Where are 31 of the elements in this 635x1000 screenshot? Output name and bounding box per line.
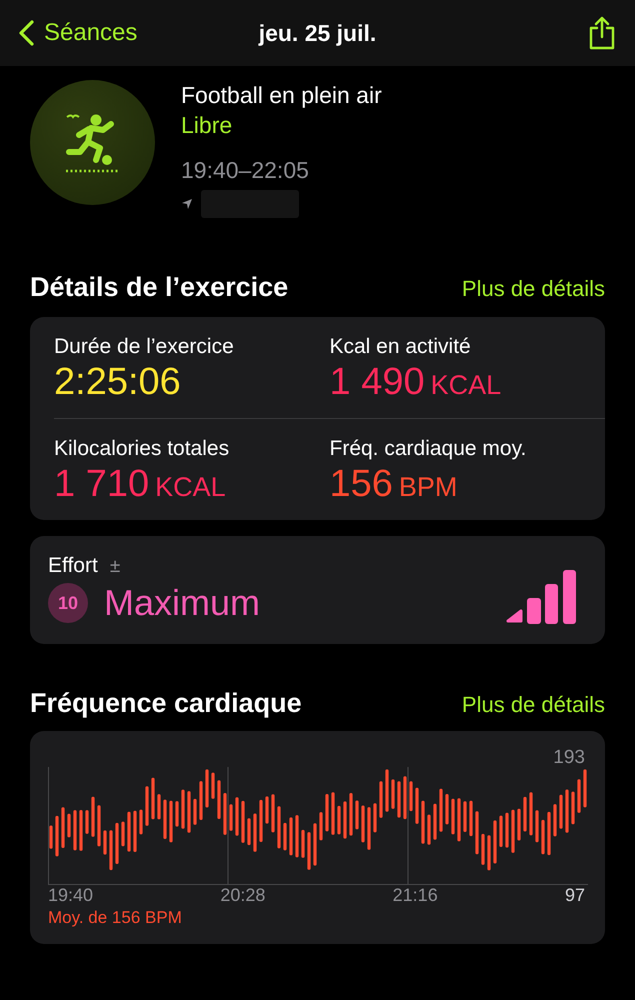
back-chevron-icon <box>18 20 34 46</box>
effort-score: 10 <box>48 583 88 623</box>
average-heart-rate: Moy. de 156 BPM <box>48 908 182 928</box>
metric-value: 1 710 KCAL <box>54 463 226 506</box>
workout-time-range: 19:40–22:05 <box>181 157 310 184</box>
back-button[interactable]: Séances <box>18 19 138 47</box>
effort-bars-icon <box>505 568 577 624</box>
metric-value: 1 490 KCAL <box>330 361 502 404</box>
adjust-icon[interactable]: ± <box>110 556 120 577</box>
time-axis-label: 21:16 <box>392 885 438 905</box>
more-details-link[interactable]: Plus de détails <box>462 276 605 302</box>
metric-label: Kcal en activité <box>330 335 472 359</box>
workout-type: Libre <box>181 112 234 139</box>
workout-name: Football en plein air <box>181 82 382 109</box>
metric-label: Durée de l’exercice <box>54 335 235 359</box>
time-axis-label: 20:28 <box>220 885 266 905</box>
section-title: Fréquence cardiaque <box>30 688 302 719</box>
section-title: Détails de l’exercice <box>30 272 288 303</box>
min-value-label: 97 <box>564 885 586 906</box>
metric-label: Fréq. cardiaque moy. <box>330 437 528 461</box>
effort-label: Effort <box>48 554 98 577</box>
time-axis-label: 19:40 <box>48 885 94 905</box>
max-value-label: 193 <box>553 747 585 769</box>
effort-rating: Maximum <box>104 582 260 624</box>
metric-label: Kilocalories totales <box>54 437 230 461</box>
metric-value: 156 BPM <box>330 463 458 506</box>
nav-title: jeu. 25 juil. <box>258 20 376 46</box>
more-details-link[interactable]: Plus de détails <box>462 692 605 718</box>
location-arrow-icon <box>181 198 193 210</box>
metric-value: 2:25:06 <box>54 361 181 404</box>
share-icon[interactable] <box>587 16 617 50</box>
